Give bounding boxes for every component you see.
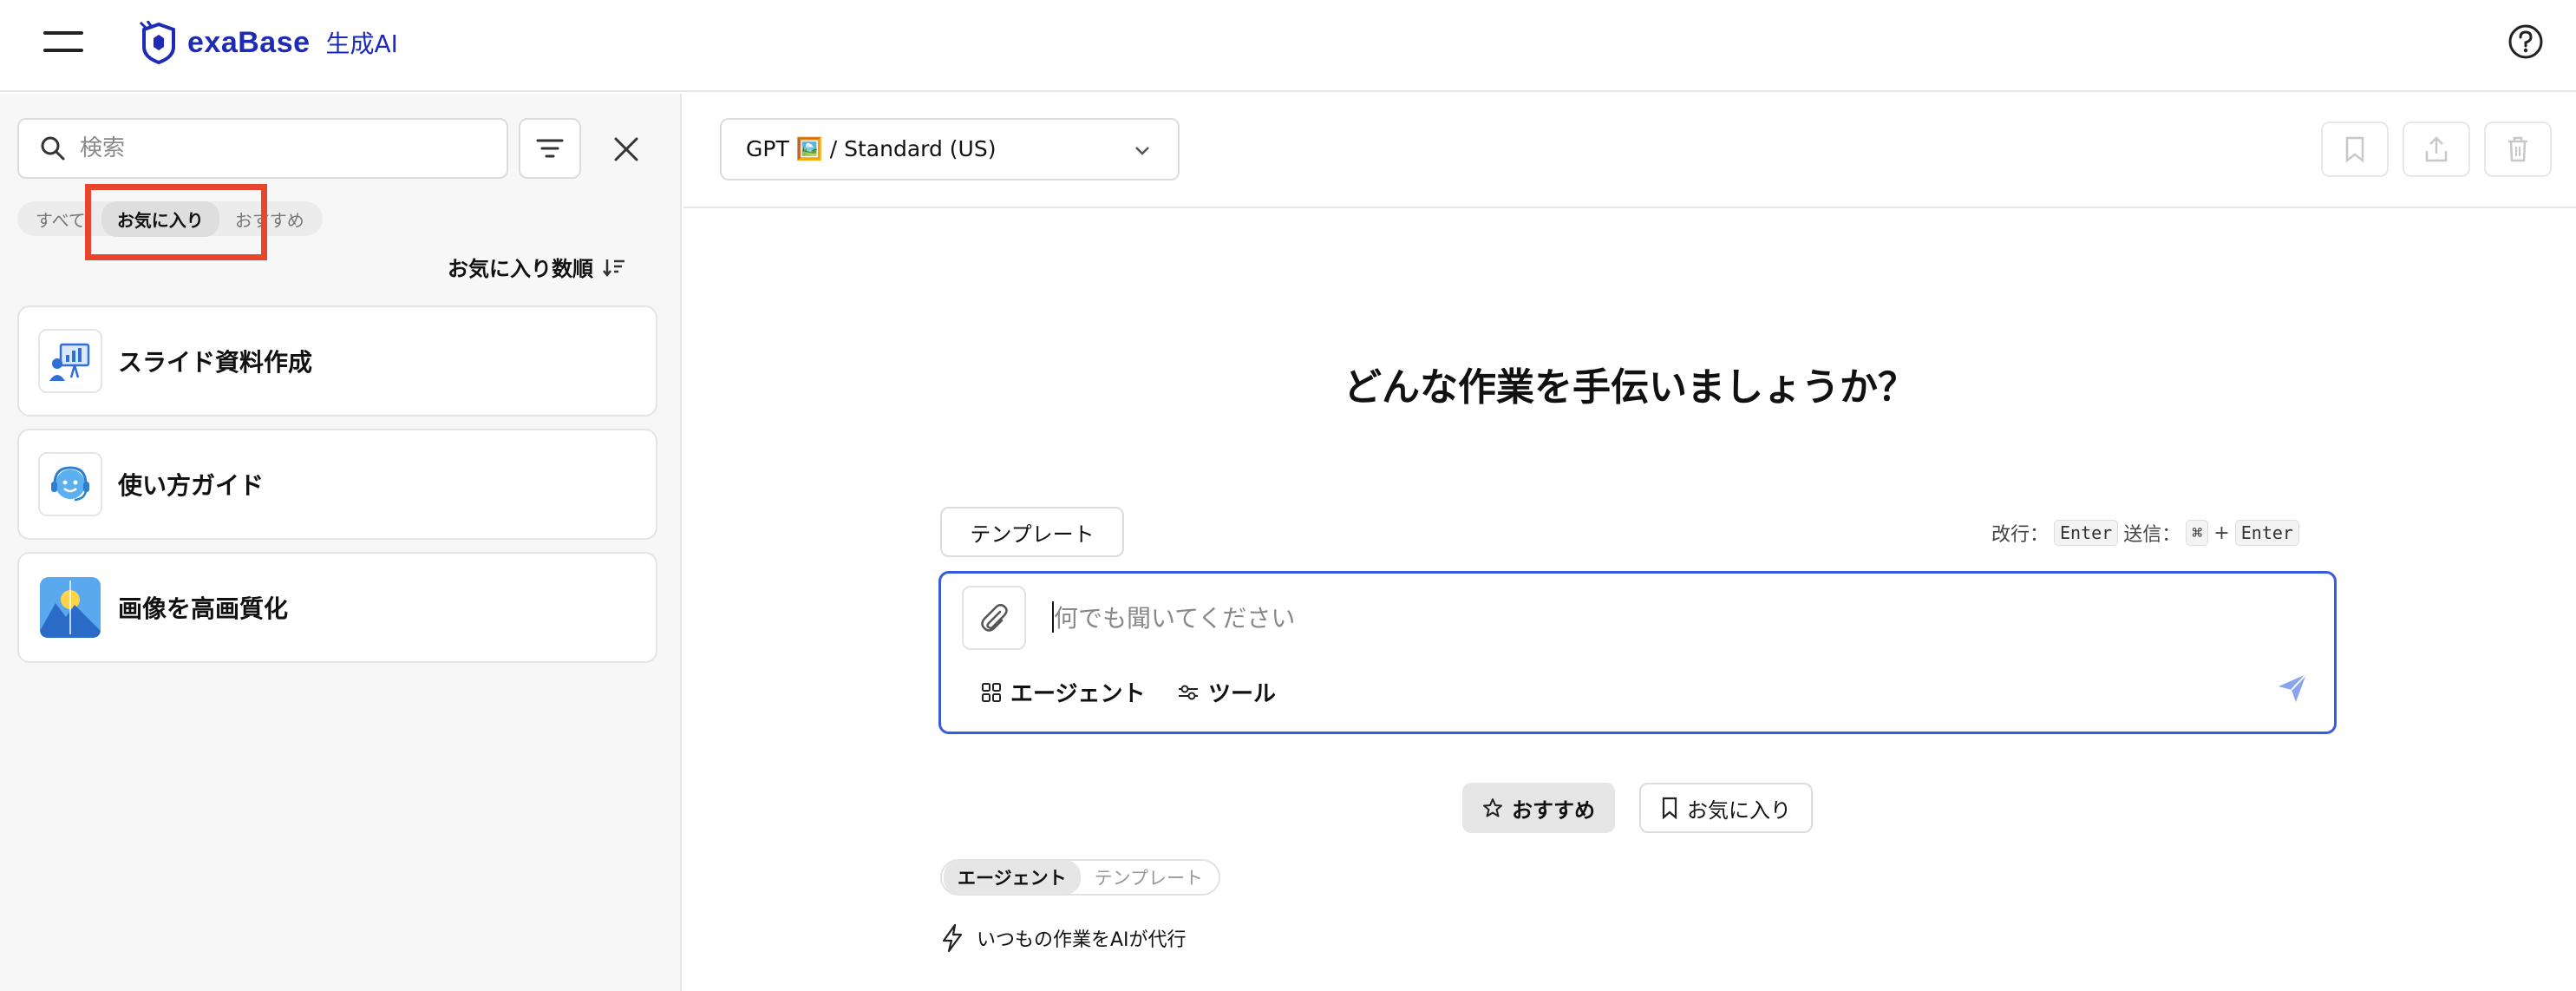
- plus-sign: +: [2213, 522, 2230, 544]
- message-composer: エージェント ツール: [938, 571, 2337, 734]
- tab-favorites[interactable]: お気に入り: [101, 200, 219, 237]
- template-button[interactable]: テンプレート: [940, 507, 1124, 557]
- logo[interactable]: exaBase 生成AI: [139, 21, 398, 64]
- agent-description: いつもの作業をAIが代行: [940, 923, 1187, 953]
- agent-description-text: いつもの作業をAIが代行: [977, 929, 1187, 951]
- search-input[interactable]: [80, 135, 479, 161]
- mountain-image-icon: [38, 575, 102, 640]
- send-label: 送信：: [2123, 524, 2181, 546]
- agent-label: エージェント: [1010, 681, 1146, 707]
- presentation-icon: [38, 329, 102, 393]
- sidebar: すべて お気に入り おすすめ お気に入り数順 スライド資料: [0, 94, 682, 991]
- sliders-icon: [1179, 685, 1198, 699]
- segment-agent[interactable]: エージェント: [944, 860, 1081, 895]
- support-agent-icon: [38, 452, 102, 516]
- newline-key: Enter: [2054, 520, 2119, 546]
- recommended-button[interactable]: おすすめ: [1462, 783, 1615, 833]
- trash-icon: [2508, 136, 2527, 162]
- send-icon[interactable]: [2275, 671, 2310, 706]
- paperclip-icon: [981, 604, 1008, 632]
- bookmark-icon: [1662, 797, 1677, 819]
- close-sidebar-button[interactable]: [600, 123, 652, 175]
- tool-button[interactable]: ツール: [1177, 676, 1276, 708]
- attach-button[interactable]: [962, 586, 1026, 650]
- list-item-guide[interactable]: 使い方ガイド: [17, 429, 657, 540]
- newline-label: 改行：: [1991, 524, 2050, 546]
- list-item-label: 使い方ガイド: [118, 471, 265, 500]
- help-icon[interactable]: [2507, 23, 2545, 61]
- bookmark-button[interactable]: [2321, 121, 2389, 177]
- search-box[interactable]: [17, 118, 508, 179]
- favorites-button[interactable]: お気に入り: [1639, 783, 1813, 833]
- filter-button[interactable]: [519, 118, 581, 179]
- sort-icon: [603, 259, 624, 277]
- recommended-label: おすすめ: [1512, 797, 1595, 823]
- sort-label: お気に入り数順: [448, 257, 593, 281]
- top-toolbar: GPT 🖼️ / Standard (US): [683, 94, 2576, 208]
- command-key: ⌘: [2186, 520, 2209, 546]
- chevron-down-icon: [1135, 147, 1149, 155]
- lightning-icon: [942, 923, 963, 953]
- list-item-label: 画像を高画質化: [118, 594, 289, 623]
- search-icon: [41, 136, 65, 161]
- send-key: Enter: [2234, 520, 2299, 546]
- menu-icon[interactable]: [43, 26, 83, 61]
- sidebar-tabs: すべて お気に入り おすすめ: [17, 200, 323, 237]
- main-area: GPT 🖼️ / Standard (US) どんな作業を手伝いましょうか？ テ…: [683, 94, 2576, 991]
- sort-control[interactable]: お気に入り数順: [448, 252, 626, 282]
- message-input[interactable]: [1054, 600, 2181, 634]
- star-icon: [1483, 798, 1502, 817]
- list-item-slide[interactable]: スライド資料作成: [17, 305, 657, 417]
- bookmark-icon: [2345, 136, 2364, 163]
- grid-icon: [982, 682, 1001, 702]
- tab-recommended[interactable]: おすすめ: [219, 201, 320, 237]
- list-item-label: スライド資料作成: [118, 348, 313, 377]
- app-header: exaBase 生成AI: [0, 0, 2576, 92]
- shield-logo-icon: [139, 21, 175, 64]
- favorites-label: お気に入り: [1687, 797, 1791, 823]
- brand-name: exaBase: [187, 25, 311, 59]
- filter-icon: [536, 139, 564, 158]
- segment-template[interactable]: テンプレート: [1081, 860, 1217, 895]
- share-icon: [2425, 136, 2448, 162]
- segment-control: エージェント テンプレート: [940, 859, 1220, 896]
- model-select[interactable]: GPT 🖼️ / Standard (US): [720, 118, 1180, 180]
- model-label: GPT 🖼️ / Standard (US): [746, 136, 997, 161]
- greeting-title: どんな作業を手伝いましょうか？: [1344, 365, 1916, 410]
- delete-button[interactable]: [2484, 121, 2552, 177]
- close-icon: [614, 137, 638, 161]
- list-item-upscale[interactable]: 画像を高画質化: [17, 552, 657, 663]
- tab-all[interactable]: すべて: [20, 201, 101, 237]
- shortcut-hints: 改行： Enter 送信： ⌘ + Enter: [1991, 519, 2299, 547]
- agent-button[interactable]: エージェント: [981, 676, 1145, 708]
- tool-label: ツール: [1208, 681, 1277, 707]
- share-button[interactable]: [2403, 121, 2470, 177]
- brand-suffix: 生成AI: [325, 30, 398, 58]
